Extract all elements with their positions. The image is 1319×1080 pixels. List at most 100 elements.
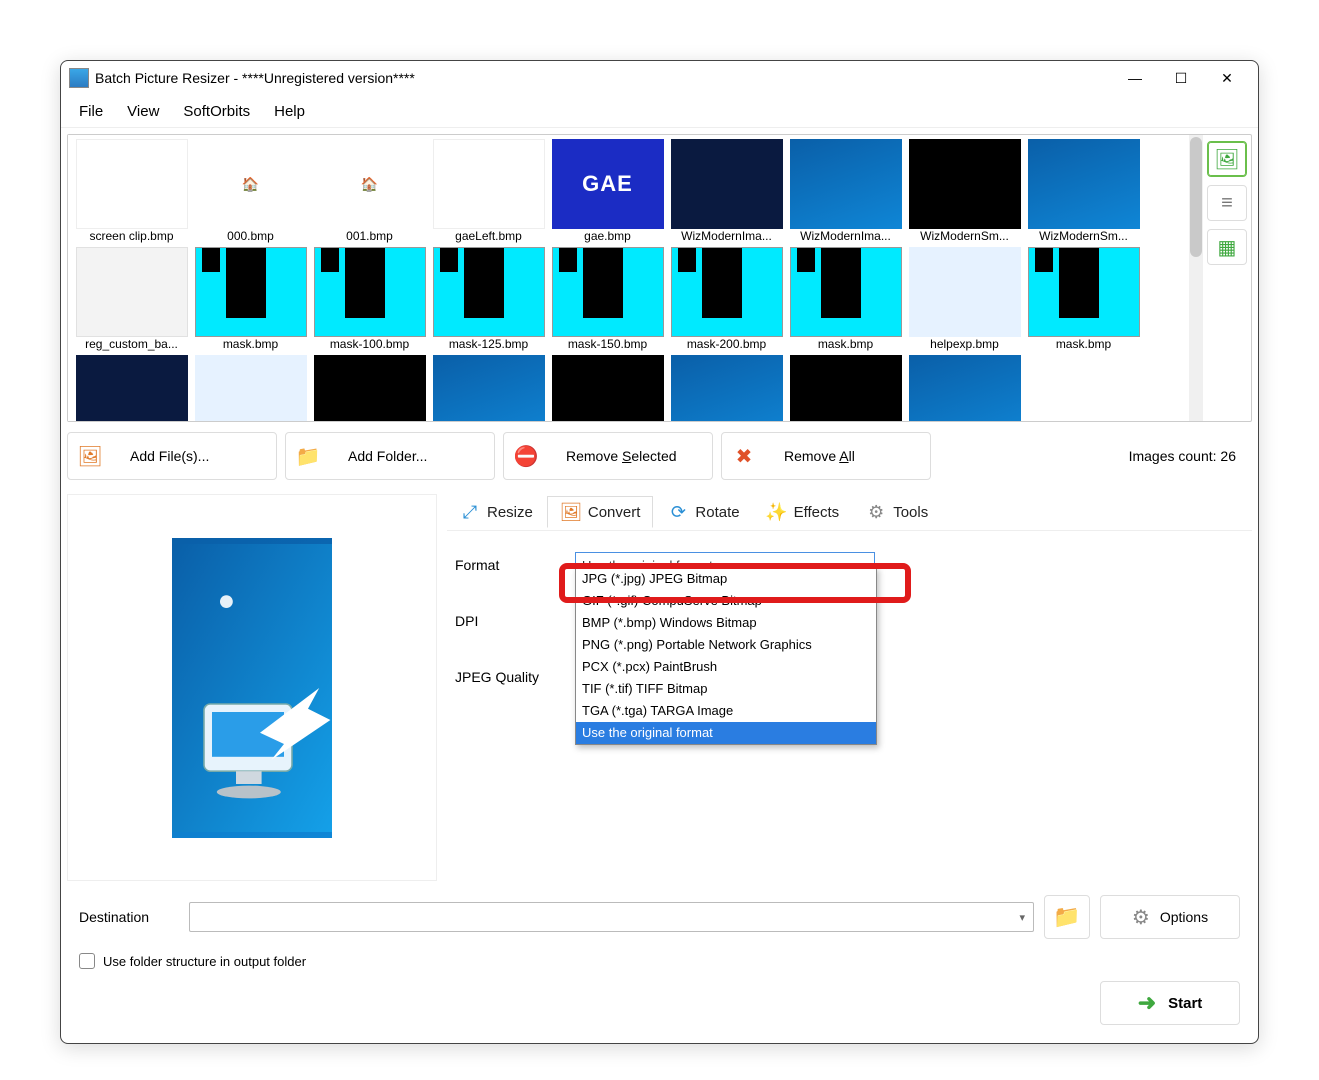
thumbnail[interactable]: WizModernSm... xyxy=(905,139,1024,247)
start-button[interactable]: ➜ Start xyxy=(1100,981,1240,1025)
format-option[interactable]: JPG (*.jpg) JPEG Bitmap xyxy=(576,568,876,590)
thumbnail-image xyxy=(909,139,1021,229)
thumbnail-label: helpexp.bmp xyxy=(906,337,1024,355)
gallery-panel: screen clip.bmp🏠000.bmp🏠001.bmpgaeLeft.b… xyxy=(67,134,1252,422)
browse-folder-button[interactable]: 📁 xyxy=(1044,895,1090,939)
maximize-button[interactable]: ☐ xyxy=(1158,63,1204,93)
add-folder-icon: 📁 xyxy=(296,444,320,468)
add-file-icon: 🖼 xyxy=(78,444,102,468)
thumbnail-label: mask.bmp xyxy=(192,337,310,355)
thumbnail-label: mask-150.bmp xyxy=(549,337,667,355)
menu-softorbits[interactable]: SoftOrbits xyxy=(173,99,260,124)
thumbnail-image xyxy=(790,355,902,421)
close-button[interactable]: ✕ xyxy=(1204,63,1250,93)
view-list-icon[interactable]: ≡ xyxy=(1207,185,1247,221)
jpeg-quality-label: JPEG Quality xyxy=(455,669,575,685)
thumbnail[interactable] xyxy=(786,355,905,421)
start-arrow-icon: ➜ xyxy=(1138,990,1156,1016)
thumbnail-gallery[interactable]: screen clip.bmp🏠000.bmp🏠001.bmpgaeLeft.b… xyxy=(68,135,1189,421)
remove-selected-button[interactable]: ⛔ Remove Selected xyxy=(503,432,713,480)
convert-icon: 🖼 xyxy=(560,501,582,523)
format-option[interactable]: BMP (*.bmp) Windows Bitmap xyxy=(576,612,876,634)
gallery-scrollbar[interactable] xyxy=(1189,135,1203,421)
tab-effects[interactable]: ✨ Effects xyxy=(754,497,852,527)
folder-icon: 📁 xyxy=(1053,904,1080,930)
thumbnail[interactable] xyxy=(310,355,429,421)
thumbnail-image xyxy=(433,247,545,337)
format-dropdown[interactable]: JPG (*.jpg) JPEG BitmapGIF (*.gif) Compu… xyxy=(575,567,877,745)
thumbnail[interactable]: mask.bmp xyxy=(786,247,905,355)
tab-tools[interactable]: ⚙ Tools xyxy=(853,497,940,527)
effects-icon: ✨ xyxy=(766,501,788,523)
thumbnail[interactable]: 🏠000.bmp xyxy=(191,139,310,247)
thumbnail[interactable]: mask-125.bmp xyxy=(429,247,548,355)
tab-rotate[interactable]: ⟳ Rotate xyxy=(655,497,751,527)
tab-resize[interactable]: ⤢ Resize xyxy=(447,497,545,527)
thumbnail-image xyxy=(76,355,188,421)
thumbnail-image xyxy=(76,139,188,229)
remove-all-button[interactable]: ✖ Remove All xyxy=(721,432,931,480)
thumbnail[interactable] xyxy=(191,355,310,421)
thumbnail[interactable] xyxy=(429,355,548,421)
add-folder-button[interactable]: 📁 Add Folder... xyxy=(285,432,495,480)
menu-file[interactable]: File xyxy=(69,99,113,124)
thumbnail[interactable]: WizModernIma... xyxy=(667,139,786,247)
add-files-button[interactable]: 🖼 Add File(s)... xyxy=(67,432,277,480)
scrollbar-thumb[interactable] xyxy=(1190,137,1202,257)
thumbnail[interactable]: gaeLeft.bmp xyxy=(429,139,548,247)
file-toolbar: 🖼 Add File(s)... 📁 Add Folder... ⛔ Remov… xyxy=(67,432,1252,480)
format-option[interactable]: TGA (*.tga) TARGA Image xyxy=(576,700,876,722)
remove-all-icon: ✖ xyxy=(732,444,756,468)
preview-panel xyxy=(67,494,437,881)
thumbnail-label: reg_custom_ba... xyxy=(73,337,191,355)
thumbnail[interactable]: mask.bmp xyxy=(1024,247,1143,355)
thumbnail-image xyxy=(433,139,545,229)
view-thumbnails-icon[interactable]: 🖼 xyxy=(1207,141,1247,177)
minimize-button[interactable]: — xyxy=(1112,63,1158,93)
thumbnail-label: gae.bmp xyxy=(549,229,667,247)
thumbnail[interactable]: mask-150.bmp xyxy=(548,247,667,355)
thumbnail-image xyxy=(314,355,426,421)
thumbnail-label: WizModernSm... xyxy=(906,229,1024,247)
thumbnail[interactable]: screen clip.bmp xyxy=(72,139,191,247)
thumbnail[interactable]: helpexp.bmp xyxy=(905,247,1024,355)
thumbnail-image xyxy=(671,355,783,421)
thumbnail[interactable]: WizModernIma... xyxy=(786,139,905,247)
format-option[interactable]: TIF (*.tif) TIFF Bitmap xyxy=(576,678,876,700)
thumbnail-image xyxy=(552,247,664,337)
thumbnail-image: 🏠 xyxy=(195,139,307,229)
tab-convert[interactable]: 🖼 Convert xyxy=(547,496,654,528)
menu-view[interactable]: View xyxy=(117,99,169,124)
format-option[interactable]: GIF (*.gif) CompuServe Bitmap xyxy=(576,590,876,612)
thumbnail[interactable] xyxy=(548,355,667,421)
thumbnail[interactable]: mask.bmp xyxy=(191,247,310,355)
thumbnail-label: WizModernIma... xyxy=(787,229,905,247)
format-option[interactable]: Use the original format xyxy=(576,722,876,744)
thumbnail[interactable]: GAEgae.bmp xyxy=(548,139,667,247)
thumbnail[interactable]: 🏠001.bmp xyxy=(310,139,429,247)
thumbnail[interactable]: WizModernSm... xyxy=(1024,139,1143,247)
use-folder-structure-checkbox[interactable] xyxy=(79,953,95,969)
thumbnail[interactable] xyxy=(905,355,1024,421)
thumbnail[interactable] xyxy=(72,355,191,421)
dpi-label: DPI xyxy=(455,613,575,629)
view-table-icon[interactable]: ▦ xyxy=(1207,229,1247,265)
format-label: Format xyxy=(455,557,575,573)
destination-combobox[interactable]: ▾ xyxy=(189,902,1034,932)
tabstrip: ⤢ Resize 🖼 Convert ⟳ Rotate ✨ Effects xyxy=(447,494,1252,530)
thumbnail-label: mask-125.bmp xyxy=(430,337,548,355)
add-folder-label: Add Folder... xyxy=(348,448,427,464)
tab-body-convert: Format Use the original format ▾ DPI JPE… xyxy=(447,530,1252,881)
thumbnail-image xyxy=(433,355,545,421)
menu-help[interactable]: Help xyxy=(264,99,315,124)
thumbnail[interactable]: mask-100.bmp xyxy=(310,247,429,355)
thumbnail-image xyxy=(1028,247,1140,337)
thumbnail-image xyxy=(552,355,664,421)
thumbnail[interactable]: mask-200.bmp xyxy=(667,247,786,355)
rotate-icon: ⟳ xyxy=(667,501,689,523)
thumbnail[interactable]: reg_custom_ba... xyxy=(72,247,191,355)
options-button[interactable]: ⚙ Options xyxy=(1100,895,1240,939)
format-option[interactable]: PCX (*.pcx) PaintBrush xyxy=(576,656,876,678)
thumbnail[interactable] xyxy=(667,355,786,421)
format-option[interactable]: PNG (*.png) Portable Network Graphics xyxy=(576,634,876,656)
